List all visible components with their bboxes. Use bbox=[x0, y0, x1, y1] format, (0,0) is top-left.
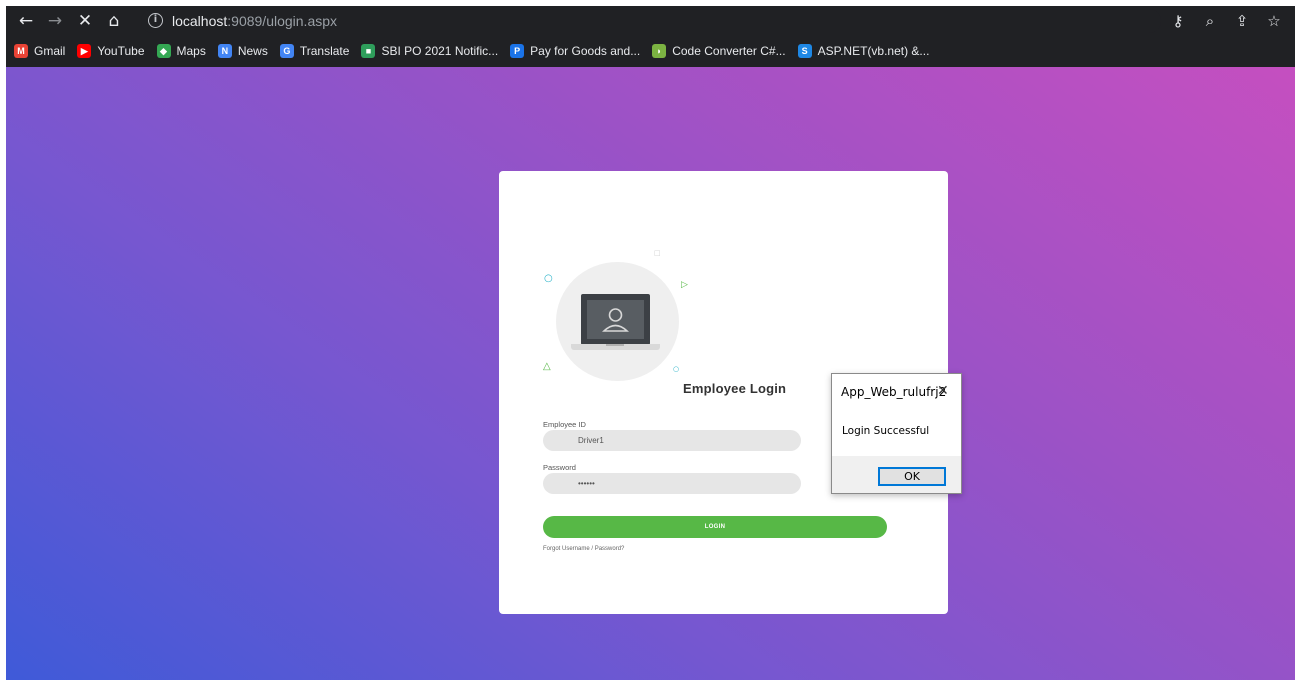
bookmark-item[interactable]: ◆ Maps bbox=[156, 44, 206, 58]
url-host: localhost bbox=[172, 13, 228, 29]
browser-chrome: ← → ✕ ⌂ i localhost:9089/ulogin.aspx ⚷ ⌕… bbox=[6, 6, 1295, 67]
dialog-footer: OK bbox=[832, 456, 961, 493]
laptop-notch bbox=[606, 344, 624, 346]
bookmark-item[interactable]: ▶ YouTube bbox=[77, 44, 145, 58]
asp-net-icon: S bbox=[797, 44, 812, 58]
bookmark-item[interactable]: G Translate bbox=[279, 44, 350, 58]
employee-id-label: Employee ID bbox=[543, 420, 586, 429]
code-converter-icon: ◗ bbox=[652, 44, 667, 58]
youtube-icon: ▶ bbox=[77, 44, 92, 58]
employee-id-input[interactable]: Driver1 bbox=[543, 430, 801, 451]
home-icon[interactable]: ⌂ bbox=[103, 10, 125, 32]
back-arrow-icon[interactable]: ← bbox=[15, 10, 37, 32]
triangle-decor-icon: △ bbox=[543, 361, 551, 372]
gmail-icon: M bbox=[14, 44, 28, 58]
forgot-link[interactable]: Username / Password? bbox=[562, 546, 624, 552]
forward-arrow-icon[interactable]: → bbox=[44, 10, 66, 32]
bookmarks-bar: M Gmail ▶ YouTube ◆ Maps N News G Translate ■ SBI P… bbox=[6, 39, 1295, 63]
password-key-icon[interactable]: ⚷ bbox=[1167, 10, 1189, 32]
laptop-icon bbox=[581, 294, 650, 345]
site-info-icon[interactable]: i bbox=[148, 13, 163, 28]
bookmark-label: Translate bbox=[299, 44, 350, 58]
share-icon[interactable]: ⇪ bbox=[1231, 10, 1253, 32]
password-input[interactable]: •••••• bbox=[543, 473, 801, 494]
bookmark-label: Maps bbox=[176, 44, 206, 58]
bookmark-label: YouTube bbox=[97, 44, 145, 58]
bookmark-green-icon: ■ bbox=[361, 44, 376, 58]
login-button[interactable]: LOGIN bbox=[543, 516, 887, 538]
browser-toolbar: ← → ✕ ⌂ i localhost:9089/ulogin.aspx ⚷ ⌕… bbox=[6, 6, 1295, 36]
url-path: :9089/ulogin.aspx bbox=[227, 13, 338, 29]
forgot-prefix: Forgot bbox=[543, 546, 563, 552]
alert-dialog: App_Web_rulufrj2 ✕ Login Successful OK bbox=[831, 373, 962, 494]
zoom-icon[interactable]: ⌕ bbox=[1199, 10, 1221, 32]
bookmark-label: ASP.NET(vb.net) &... bbox=[817, 44, 930, 58]
news-icon: N bbox=[217, 44, 232, 58]
toolbar-actions: ⚷ ⌕ ⇪ ☆ bbox=[1167, 10, 1285, 32]
ok-button[interactable]: OK bbox=[878, 467, 946, 486]
translate-icon: G bbox=[279, 44, 294, 58]
forgot-credentials: Forgot Username / Password? bbox=[543, 546, 624, 552]
address-bar[interactable]: i localhost:9089/ulogin.aspx bbox=[141, 9, 1161, 33]
bookmark-item[interactable]: ◗ Code Converter C#... bbox=[652, 44, 786, 58]
url-text[interactable]: localhost:9089/ulogin.aspx bbox=[172, 13, 337, 29]
bookmark-item[interactable]: ■ SBI PO 2021 Notific... bbox=[361, 44, 498, 58]
bookmark-item[interactable]: P Pay for Goods and... bbox=[510, 44, 640, 58]
user-icon bbox=[602, 308, 629, 332]
paypal-icon: P bbox=[510, 44, 525, 58]
square-decor-icon: □ bbox=[654, 249, 661, 257]
bookmark-item[interactable]: S ASP.NET(vb.net) &... bbox=[797, 44, 930, 58]
dialog-title: App_Web_rulufrj2 bbox=[841, 385, 947, 399]
small-circle-decor-icon: ○ bbox=[673, 365, 680, 373]
bookmark-label: SBI PO 2021 Notific... bbox=[381, 44, 499, 58]
stop-loading-icon[interactable]: ✕ bbox=[74, 10, 96, 32]
maps-icon: ◆ bbox=[156, 44, 171, 58]
bookmark-item[interactable]: N News bbox=[217, 44, 268, 58]
close-icon[interactable]: ✕ bbox=[937, 383, 949, 399]
circle-decor-icon: ○ bbox=[544, 273, 553, 284]
bookmark-label: Gmail bbox=[34, 44, 66, 58]
bookmark-label: Code Converter C#... bbox=[672, 44, 786, 58]
bookmark-item[interactable]: M Gmail bbox=[14, 44, 65, 58]
bookmark-label: News bbox=[237, 44, 268, 58]
bookmark-star-icon[interactable]: ☆ bbox=[1263, 10, 1285, 32]
bookmark-label: Pay for Goods and... bbox=[530, 44, 641, 58]
page-background: ○ □ ▷ △ ○ Employee Login Employee ID Dri… bbox=[6, 67, 1295, 680]
play-decor-icon: ▷ bbox=[681, 280, 688, 290]
dialog-message: Login Successful bbox=[842, 425, 930, 437]
password-label: Password bbox=[543, 463, 576, 472]
